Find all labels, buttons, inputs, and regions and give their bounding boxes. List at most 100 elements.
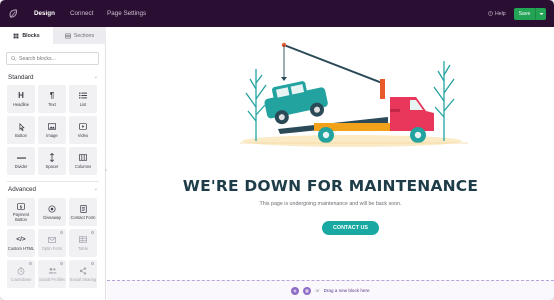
block-label: Social Profiles [39,276,65,282]
block-label: Text [48,101,56,107]
contact-us-button[interactable]: CONTACT US [322,221,379,235]
dropzone-or: or [315,288,320,293]
code-icon: </> [16,236,26,244]
block-label: Payment Button [12,212,30,222]
pro-badge-icon [91,262,94,265]
caret-down-icon [539,13,543,15]
search-box[interactable] [6,52,99,65]
dropzone-label: Drag a new block here [323,288,370,293]
chevron-down-icon: ⌄ [93,186,98,192]
tree-right-icon [433,61,455,141]
block-label: List [79,101,87,107]
nav-connect[interactable]: Connect [70,0,93,27]
standard-section-title: Standard [8,73,34,81]
blocks-sidebar: Blocks Sections Standard ⌄ H Headline ¶ … [0,27,106,300]
block-label: Divider [14,163,28,169]
block-payment-button[interactable]: $ Payment Button [7,198,35,226]
block-label: Optin Form [41,245,63,251]
pro-badge-icon [60,262,63,265]
pro-badge-icon [29,262,32,265]
block-optin-form[interactable]: Optin Form [38,229,66,257]
standard-blocks-grid: H Headline ¶ Text List Button Image Vide… [7,85,97,175]
timer-icon [17,266,25,276]
section-divider [7,181,99,182]
blocks-icon [13,33,19,38]
block-table[interactable]: Table [69,229,97,257]
block-button[interactable]: Button [7,116,35,144]
chevron-down-icon: ⌄ [93,74,98,80]
search-icon [11,56,16,61]
block-dropzone[interactable]: or Drag a new block here [107,280,554,300]
block-label: Image [46,132,58,138]
block-video[interactable]: Video [69,116,97,144]
envelope-icon [48,235,56,245]
save-button[interactable]: Save [514,8,546,20]
block-label: Columns [74,163,92,169]
search-input[interactable] [19,55,97,62]
add-block-icon[interactable] [291,286,300,295]
block-custom-html[interactable]: </> Custom HTML [7,229,35,257]
block-label: Headline [12,101,30,107]
app-window: Design Connect Page Settings ? Help Save… [0,0,554,300]
block-label: Custom HTML [7,245,35,251]
block-label: Spacer [45,163,59,169]
block-giveaway[interactable]: Giveaway [38,198,66,226]
advanced-section-title: Advanced [8,185,37,193]
standard-section-header[interactable]: Standard ⌄ [0,71,106,83]
advanced-section-header[interactable]: Advanced ⌄ [0,183,106,195]
image-icon [48,122,56,132]
block-label: Button [15,132,27,138]
block-columns[interactable]: Columns [69,147,97,175]
tab-sections-label: Sections [73,32,95,39]
paragraph-icon: ¶ [49,91,55,101]
car-icon [264,81,328,125]
block-social-sharing[interactable]: Social Sharing [69,260,97,288]
spacer-icon [49,153,55,163]
block-label: Contact Form [70,214,96,220]
columns-icon [79,153,87,163]
block-headline[interactable]: H Headline [7,85,35,113]
logo-icon[interactable] [0,0,27,27]
dollar-icon: $ [17,201,25,211]
cursor-icon [18,122,25,132]
block-label: Social Sharing [69,276,97,282]
divider-icon [16,153,26,163]
pro-badge-icon [91,231,94,234]
svg-text:$: $ [20,204,23,209]
tree-left-icon [245,69,267,141]
block-label: Video [77,132,89,138]
block-list[interactable]: List [69,85,97,113]
giveaway-icon [48,204,56,214]
tab-sections[interactable]: Sections [53,27,106,44]
share-icon [79,266,87,276]
block-image[interactable]: Image [38,116,66,144]
nav-design[interactable]: Design [34,0,55,27]
form-icon [79,204,87,214]
maintenance-subtext: This page is undergoing maintenance and … [259,201,402,207]
video-icon [79,122,87,132]
block-countdown[interactable]: Countdown [7,260,35,288]
save-dropdown-button[interactable] [535,8,546,20]
block-label: Giveaway [43,214,61,220]
block-divider[interactable]: Divider [7,147,35,175]
save-label: Save [518,11,531,17]
tow-truck-illustration [240,42,468,147]
table-icon [79,235,87,245]
users-icon [48,266,57,276]
block-spacer[interactable]: Spacer [38,147,66,175]
truck-cab-icon [390,97,434,131]
maintenance-headline: WE'RE DOWN FOR MAINTENANCE [182,177,479,195]
block-text[interactable]: ¶ Text [38,85,66,113]
add-section-icon[interactable] [303,286,312,295]
help-label: Help [495,10,506,17]
sections-icon [65,33,71,38]
list-icon [79,91,87,101]
block-label: Table [78,245,88,251]
help-link[interactable]: ? Help [488,0,506,27]
nav-page-settings[interactable]: Page Settings [107,0,146,27]
block-social-profiles[interactable]: Social Profiles [38,260,66,288]
block-contact-form[interactable]: Contact Form [69,198,97,226]
tab-blocks-label: Blocks [22,32,40,39]
pro-badge-icon [60,231,63,234]
tab-blocks[interactable]: Blocks [0,27,53,44]
